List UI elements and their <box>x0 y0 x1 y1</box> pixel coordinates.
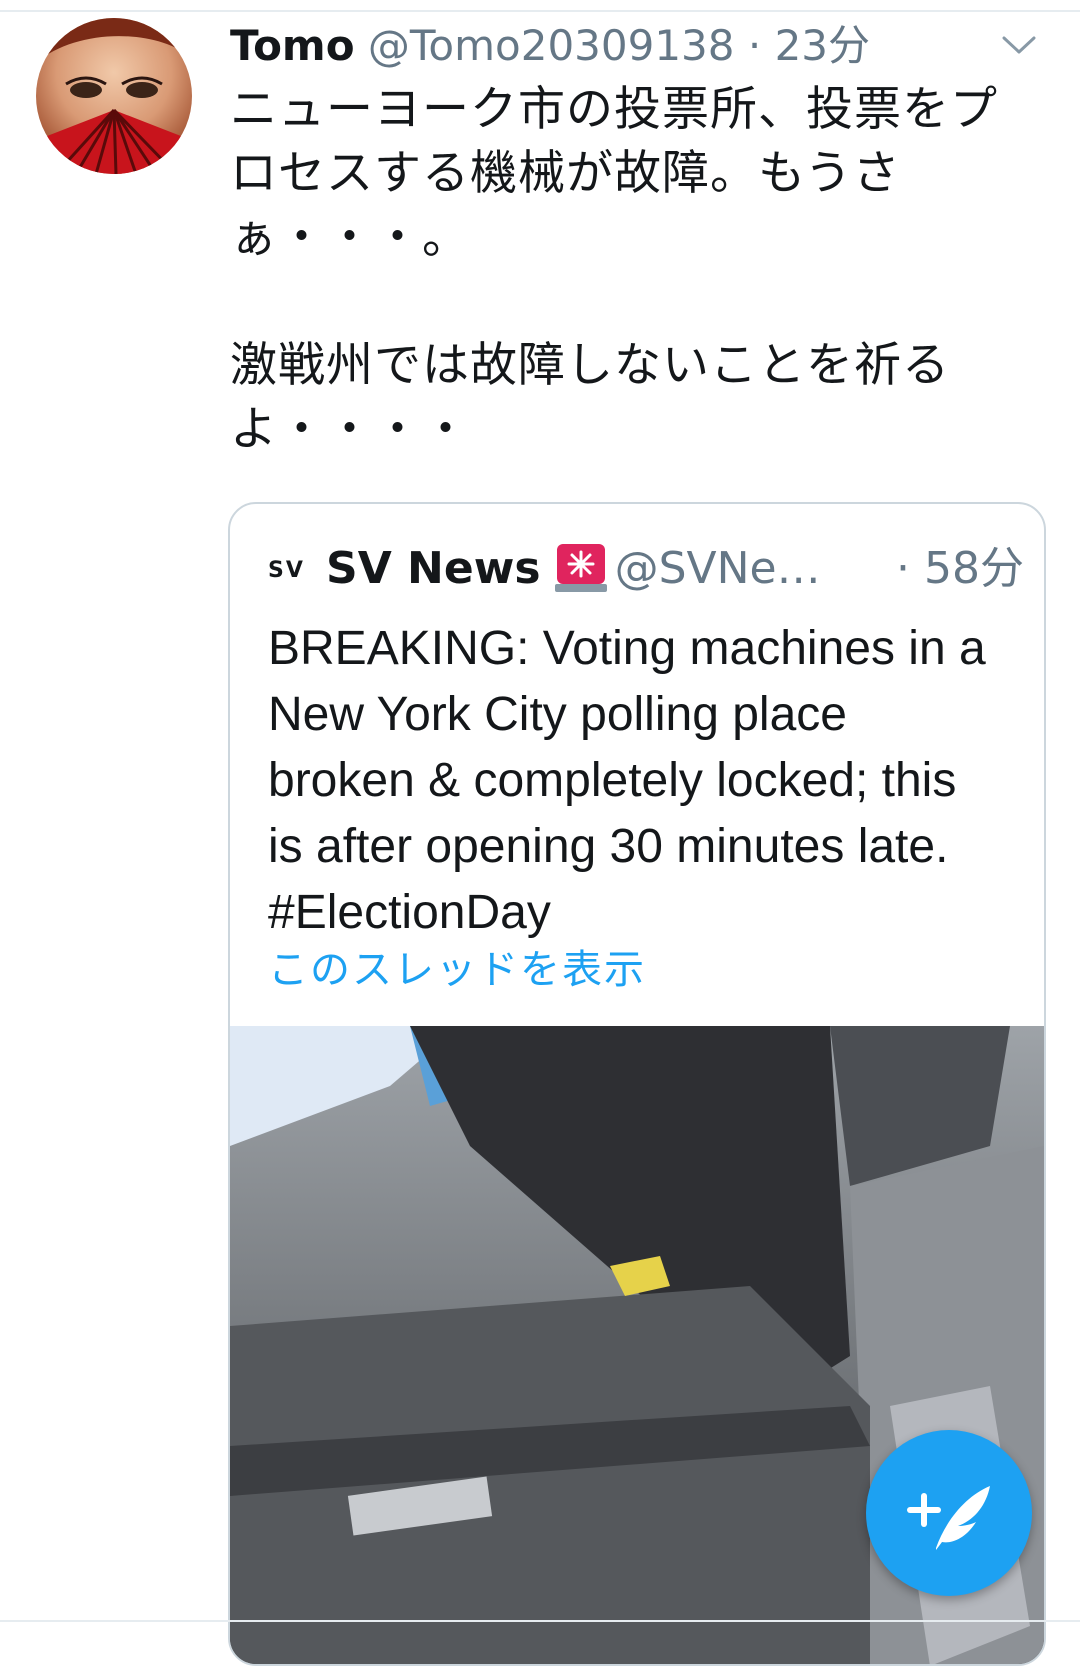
show-thread-link[interactable]: このスレッドを表示 <box>268 940 646 1000</box>
quoted-tweet-time: · 58分 <box>896 543 1024 594</box>
chevron-down-icon[interactable] <box>994 26 1044 66</box>
author-name[interactable]: Tomo <box>230 21 355 70</box>
quoted-author-handle: @SVNe… <box>614 543 821 594</box>
tweet-time[interactable]: 23分 <box>775 21 870 70</box>
bottom-divider <box>0 1620 1080 1622</box>
tweet-separator: · <box>734 21 775 70</box>
sv-news-logo: SV <box>268 558 305 583</box>
quoted-tweet-header: SV SV News @SVNe… · 58分 <box>268 534 1028 604</box>
tweet-text: ニューヨーク市の投票所、投票をプ ロセスする機械が故障。もうさ ぁ・・・。 激戦… <box>230 82 998 457</box>
compose-tweet-icon <box>907 1486 990 1550</box>
compose-tweet-button[interactable] <box>866 1430 1032 1596</box>
tweet-header: Tomo @Tomo20309138 · 23分 <box>230 14 1030 78</box>
author-handle[interactable]: @Tomo20309138 <box>368 21 735 70</box>
top-divider <box>0 0 1080 12</box>
police-siren-icon <box>553 540 609 596</box>
quoted-tweet-text: BREAKING: Voting machines in a New York … <box>268 622 986 939</box>
quoted-author-name: SV News <box>326 543 541 594</box>
avatar[interactable] <box>36 18 192 174</box>
